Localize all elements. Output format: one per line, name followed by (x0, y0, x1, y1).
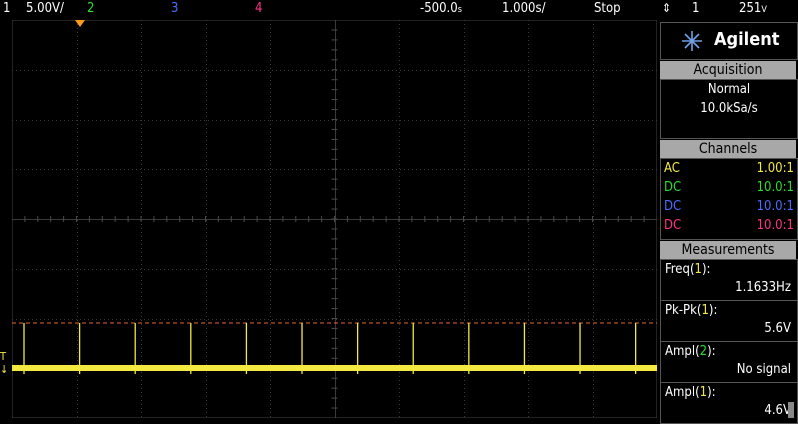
status-bar: 1 5.00V/ 2 3 4 -500.0s 1.000s/ Stop ⇕ 1 … (0, 0, 798, 20)
agilent-spark-icon (682, 31, 702, 51)
trigger-level[interactable]: 251V (739, 1, 767, 16)
measurements-scrollbar[interactable] (788, 402, 794, 418)
acquisition-rate: 10.0kSa/s (700, 101, 758, 116)
trigger-channel[interactable]: 1 (692, 1, 699, 16)
time-scale[interactable]: 1.000s/ (502, 1, 546, 16)
ch1-baseline (12, 365, 657, 371)
run-state[interactable]: Stop (594, 1, 621, 16)
time-offset[interactable]: -500.0s (420, 1, 462, 16)
ch1-scale[interactable]: 5.00V/ (26, 1, 64, 16)
ch4-number[interactable]: 4 (255, 1, 262, 16)
measurement-pkpk[interactable]: Pk-Pk(1): 5.6V (660, 300, 798, 342)
ch1-ground-marker[interactable]: T ↓ (0, 350, 8, 376)
acquisition-box[interactable]: Normal 10.0kSa/s (660, 79, 798, 139)
acquisition-mode: Normal (707, 82, 751, 97)
ch1-number[interactable]: 1 (3, 1, 10, 16)
trigger-edge-icon[interactable]: ⇕ (662, 1, 671, 15)
acquisition-title: Acquisition (660, 61, 796, 79)
measurements-title: Measurements (660, 241, 796, 259)
channel-row-2: DC 10.0:1 (664, 180, 794, 195)
measurement-ampl-1[interactable]: Ampl(1): 4.6V (660, 382, 798, 424)
brand-logo: Agilent (660, 22, 798, 60)
measurement-ampl-2[interactable]: Ampl(2): No signal (660, 341, 798, 383)
ch2-number[interactable]: 2 (87, 1, 94, 16)
brand-name: Agilent (714, 29, 780, 50)
channel-row-4: DC 10.0:1 (664, 218, 794, 233)
channel-row-3: DC 10.0:1 (664, 199, 794, 214)
channel-row-1: AC 1.00:1 (664, 161, 794, 176)
channels-title: Channels (660, 140, 796, 158)
ch3-number[interactable]: 3 (171, 1, 178, 16)
side-panel: Agilent Acquisition Normal 10.0kSa/s Cha… (660, 20, 798, 424)
waveform-display[interactable] (12, 20, 657, 418)
measurement-freq[interactable]: Freq(1): 1.1633Hz (660, 259, 798, 301)
channels-box[interactable]: AC 1.00:1 DC 10.0:1 DC 10.0:1 DC 10.0:1 (660, 158, 798, 240)
